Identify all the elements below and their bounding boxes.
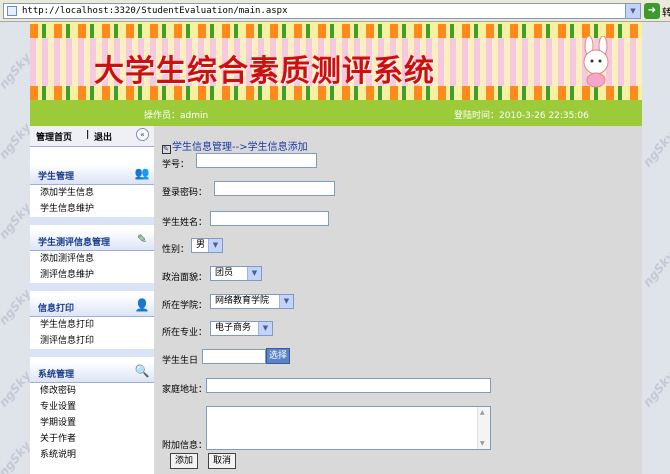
password-input[interactable]: [214, 181, 335, 196]
group-footer: [30, 283, 154, 291]
student-id-label: 学号：: [162, 160, 190, 170]
student-id-input[interactable]: [196, 153, 317, 168]
watermark-text: ngSky: [642, 248, 670, 290]
major-label: 所在专业：: [162, 328, 208, 338]
gender-label: 性别：: [162, 245, 190, 255]
watermark-text: ngSky: [0, 50, 30, 92]
chevron-down-icon: ▼: [279, 295, 293, 308]
sidebar-item-about-author[interactable]: 关于作者: [30, 431, 154, 447]
gender-value: 男: [196, 240, 206, 250]
page-icon: [7, 6, 17, 16]
group-title: 信息打印: [38, 304, 75, 314]
sidebar-item-print-student[interactable]: 学生信息打印: [30, 317, 154, 333]
person-icon: 👤: [134, 298, 150, 312]
extra-info-label: 附加信息：: [162, 441, 208, 451]
sidebar-item-add-student[interactable]: 添加学生信息: [30, 185, 154, 201]
sidebar-item-maintain-student[interactable]: 学生信息维护: [30, 201, 154, 217]
go-button-label[interactable]: 转: [662, 4, 670, 19]
address-bar: http://localhost:3320/StudentEvaluation/…: [0, 0, 670, 22]
cancel-button[interactable]: 取消: [208, 453, 236, 469]
group-header[interactable]: 学生管理 👥: [30, 164, 154, 185]
bunny-mascot-icon: [583, 36, 609, 88]
collapse-icon[interactable]: «: [136, 128, 149, 141]
sidebar-item-term-settings[interactable]: 学期设置: [30, 415, 154, 431]
sidebar: 管理首页 | 退出 « 学生管理 👥 添加学生信息 学生信息维护 学生测评信息管…: [30, 126, 154, 474]
header-banner: 大学生综合素质测评系统: [30, 22, 642, 100]
name-label: 学生姓名：: [162, 218, 208, 228]
watermark-text: ngSky: [642, 128, 670, 170]
url-text: http://localhost:3320/StudentEvaluation/…: [22, 6, 288, 16]
sidebar-item-print-evaluation[interactable]: 测评信息打印: [30, 333, 154, 349]
sidebar-item-add-evaluation[interactable]: 添加测评信息: [30, 251, 154, 267]
group-header[interactable]: 系统管理 🔍: [30, 362, 154, 383]
status-bar: 操作员：admin 登陆时间：2010-3-26 22:35:06: [30, 100, 642, 126]
breadcrumb-text: 学生信息管理-->学生信息添加: [172, 142, 308, 153]
major-value: 电子商务: [215, 323, 252, 333]
college-select[interactable]: 网络教育学院 ▼: [210, 294, 294, 309]
breadcrumb: ✎ 学生信息管理-->学生信息添加: [162, 138, 308, 154]
sidebar-item-change-password[interactable]: 修改密码: [30, 383, 154, 399]
group-footer: [30, 349, 154, 357]
watermark-text: ngSky: [642, 368, 670, 410]
scroll-down-icon[interactable]: ▼: [480, 440, 485, 447]
edit-icon: ✎: [136, 232, 148, 246]
left-background: ngSky ngSky ngSky ngSky ngSky ngSky: [0, 22, 30, 474]
politics-label: 政治面貌：: [162, 273, 208, 283]
password-label: 登录密码：: [162, 188, 208, 198]
edit-icon: ✎: [162, 145, 171, 154]
group-student-management: 学生管理 👥 添加学生信息 学生信息维护: [30, 164, 154, 225]
watermark-text: ngSky: [0, 200, 30, 242]
address-input[interactable]: [206, 378, 491, 393]
login-time-text: 登陆时间：2010-3-26 22:35:06: [454, 111, 589, 121]
users-icon: 👥: [134, 166, 150, 180]
group-footer: [30, 217, 154, 225]
group-evaluation-management: 学生测评信息管理 ✎ 添加测评信息 测评信息维护: [30, 230, 154, 291]
group-title: 系统管理: [38, 370, 75, 380]
textarea-scrollbar[interactable]: ▲ ▼: [477, 407, 490, 449]
watermark-text: ngSky: [0, 286, 30, 328]
address-label: 家庭地址：: [162, 385, 208, 395]
logout-link[interactable]: 退出: [94, 130, 112, 143]
system-title: 大学生综合素质测评系统: [94, 54, 435, 89]
url-dropdown-icon[interactable]: ▼: [625, 4, 640, 18]
gender-select[interactable]: 男 ▼: [191, 238, 223, 253]
scroll-up-icon[interactable]: ▲: [480, 409, 485, 416]
group-header[interactable]: 学生测评信息管理 ✎: [30, 230, 154, 251]
chevron-down-icon: ▼: [258, 322, 272, 335]
major-select[interactable]: 电子商务 ▼: [210, 321, 273, 336]
name-input[interactable]: [210, 211, 329, 226]
sidebar-item-major-settings[interactable]: 专业设置: [30, 399, 154, 415]
chevron-down-icon: ▼: [208, 239, 222, 252]
group-header[interactable]: 信息打印 👤: [30, 296, 154, 317]
operator-text: 操作员：admin: [144, 111, 209, 121]
politics-value: 团员: [215, 268, 234, 278]
right-background: ngSky ngSky ngSky: [642, 22, 670, 474]
birthday-label: 学生生日: [162, 356, 199, 366]
add-button[interactable]: 添加: [170, 453, 198, 469]
chevron-down-icon: ▼: [247, 267, 261, 280]
watermark-text: ngSky: [0, 368, 30, 410]
watermark-text: ngSky: [0, 438, 30, 474]
nav-separator: |: [86, 130, 90, 140]
politics-select[interactable]: 团员 ▼: [210, 266, 262, 281]
main-content: ✎ 学生信息管理-->学生信息添加 学号： 登录密码： 学生姓名： 性别： 男 ▼ …: [154, 126, 642, 474]
carrot-border-top: [30, 24, 642, 38]
sidebar-item-maintain-evaluation[interactable]: 测评信息维护: [30, 267, 154, 283]
group-print: 信息打印 👤 学生信息打印 测评信息打印: [30, 296, 154, 357]
group-system-management: 系统管理 🔍 修改密码 专业设置 学期设置 关于作者 系统说明: [30, 362, 154, 463]
choose-date-button[interactable]: 选择: [266, 348, 290, 364]
college-value: 网络教育学院: [215, 296, 270, 306]
college-label: 所在学院：: [162, 301, 208, 311]
group-title: 学生测评信息管理: [38, 238, 111, 248]
extra-info-textarea[interactable]: ▲ ▼: [206, 406, 491, 450]
sidebar-item-system-help[interactable]: 系统说明: [30, 447, 154, 463]
watermark-text: ngSky: [0, 120, 30, 162]
magnifier-icon: 🔍: [134, 364, 150, 378]
url-field[interactable]: http://localhost:3320/StudentEvaluation/…: [3, 3, 641, 19]
birthday-input[interactable]: [202, 349, 266, 364]
go-arrow-icon[interactable]: ➜: [644, 3, 660, 19]
sidebar-top-nav: 管理首页 | 退出 «: [30, 126, 154, 147]
home-link[interactable]: 管理首页: [36, 130, 72, 143]
group-title: 学生管理: [38, 172, 75, 182]
